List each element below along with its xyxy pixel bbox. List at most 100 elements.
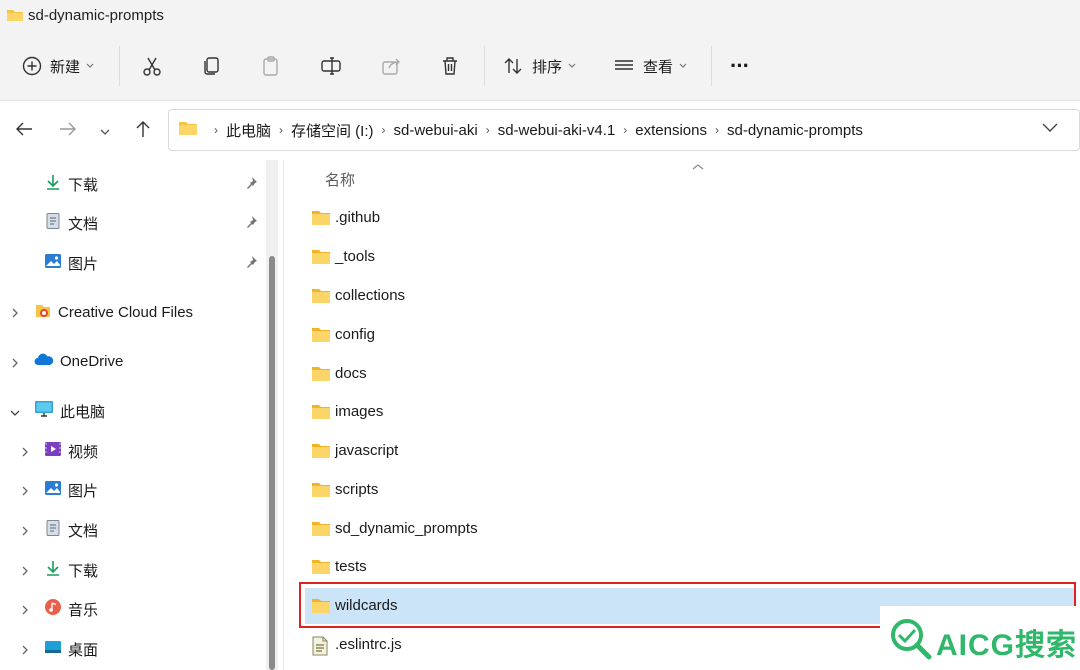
sidebar-item-documents-quick[interactable]: 文档 [44,209,98,237]
forward-button[interactable] [56,119,80,143]
rename-button[interactable] [320,50,342,82]
up-button[interactable] [131,119,155,143]
sidebar-item-downloads-quick[interactable]: 下载 [44,170,98,198]
sort-button[interactable]: 排序 [502,50,576,82]
share-button[interactable] [380,50,402,82]
chevron-down-icon [1042,120,1058,137]
creative-cloud-icon [34,301,52,323]
address-dropdown-button[interactable] [1042,120,1058,137]
js-file-icon [311,636,329,660]
chevron-right-icon[interactable] [20,484,32,496]
breadcrumb-item-this-pc[interactable]: 此电脑 [226,120,271,141]
arrow-right-icon [59,121,77,141]
sort-icon [502,55,524,77]
sidebar-item-label: 视频 [68,443,99,461]
file-name: _tools [335,248,376,265]
sidebar-item-documents[interactable]: 文档 [44,516,98,544]
chevron-right-icon[interactable] [20,445,32,457]
new-button[interactable]: 新建 [22,50,94,82]
sidebar-item-label: 下载 [68,562,99,580]
folder-icon [311,442,331,463]
chevron-right-icon[interactable] [10,306,22,318]
paste-button[interactable] [260,50,282,82]
folder-icon [311,520,331,541]
sidebar-item-label: 此电脑 [60,403,106,421]
view-button-label: 查看 [643,58,674,76]
sidebar-item-pictures[interactable]: 图片 [44,476,98,504]
folder-icon [311,326,331,347]
arrow-left-icon [15,121,33,141]
breadcrumb: › 此电脑 › 存储空间 (I:) › sd-webui-aki › sd-we… [178,118,863,142]
folder-icon [311,365,331,386]
pin-icon[interactable] [244,255,258,273]
toolbar-separator [711,46,712,86]
file-name: docs [335,365,367,382]
download-icon [44,173,62,195]
list-item[interactable]: .github [305,200,1075,236]
file-name: config [335,326,376,343]
sidebar-scrollbar-thumb[interactable] [269,256,275,670]
folder-icon [311,558,331,579]
list-item[interactable]: scripts [305,472,1075,508]
sidebar-item-music[interactable]: 音乐 [44,595,98,623]
folder-icon [6,7,24,27]
file-name: collections [335,287,406,304]
list-item[interactable]: tests [305,549,1075,585]
pin-icon[interactable] [244,176,258,194]
download-icon [44,559,62,581]
new-button-label: 新建 [50,58,81,76]
copy-button[interactable] [201,50,223,82]
plus-circle-icon [22,56,42,76]
chevron-down-icon[interactable] [9,405,21,417]
sidebar-item-pictures-quick[interactable]: 图片 [44,249,98,277]
chevron-right-icon[interactable] [10,356,22,368]
chevron-right-icon[interactable] [20,564,32,576]
chevron-right-icon: › [485,123,490,137]
scissors-icon [141,55,163,77]
chevron-right-icon[interactable] [20,643,32,655]
view-list-icon [613,55,635,77]
back-button[interactable] [12,119,36,143]
sidebar-item-downloads[interactable]: 下载 [44,556,98,584]
sidebar-item-creative-cloud[interactable]: Creative Cloud Files [34,298,193,326]
delete-button[interactable] [439,50,461,82]
copy-icon [201,55,223,77]
sidebar-item-label: 音乐 [68,601,99,619]
sidebar-item-label: Creative Cloud Files [58,303,194,321]
list-item[interactable]: images [305,394,1075,430]
picture-icon [44,479,62,501]
arrow-up-icon [135,120,151,142]
more-button[interactable]: ··· [730,50,750,82]
video-icon [44,440,62,462]
list-item[interactable]: collections [305,278,1075,314]
list-item[interactable]: _tools [305,239,1075,275]
sidebar-item-desktop[interactable]: 桌面 [44,635,98,663]
folder-icon [311,248,331,269]
list-item[interactable]: sd_dynamic_prompts [305,511,1075,547]
list-item[interactable]: javascript [305,433,1075,469]
sidebar-item-videos[interactable]: 视频 [44,437,98,465]
sidebar-item-label: 文档 [68,522,99,540]
cut-button[interactable] [141,50,163,82]
view-button[interactable]: 查看 [613,50,687,82]
breadcrumb-item-drive[interactable]: 存储空间 (I:) [291,120,374,141]
recent-locations-button[interactable] [93,119,117,143]
onedrive-icon [34,351,54,371]
chevron-right-icon[interactable] [20,603,32,615]
breadcrumb-item-current[interactable]: sd-dynamic-prompts [727,122,863,139]
sidebar-item-label: 文档 [68,215,99,233]
column-header-name[interactable]: 名称 [325,169,355,190]
breadcrumb-item-extensions[interactable]: extensions [635,122,707,139]
breadcrumb-item-sd-webui-aki[interactable]: sd-webui-aki [394,122,478,139]
list-item[interactable]: docs [305,356,1075,392]
sidebar-item-onedrive[interactable]: OneDrive [34,347,123,375]
share-icon [380,55,402,77]
watermark: AICG搜索 [880,606,1080,670]
sidebar-item-this-pc[interactable]: 此电脑 [34,397,105,425]
breadcrumb-item-sd-webui-aki-v4[interactable]: sd-webui-aki-v4.1 [498,122,616,139]
list-item[interactable]: config [305,317,1075,353]
chevron-right-icon[interactable] [20,524,32,536]
pin-icon[interactable] [244,215,258,233]
window-title: sd-dynamic-prompts [28,7,164,24]
title-bar: sd-dynamic-prompts [0,0,1080,32]
